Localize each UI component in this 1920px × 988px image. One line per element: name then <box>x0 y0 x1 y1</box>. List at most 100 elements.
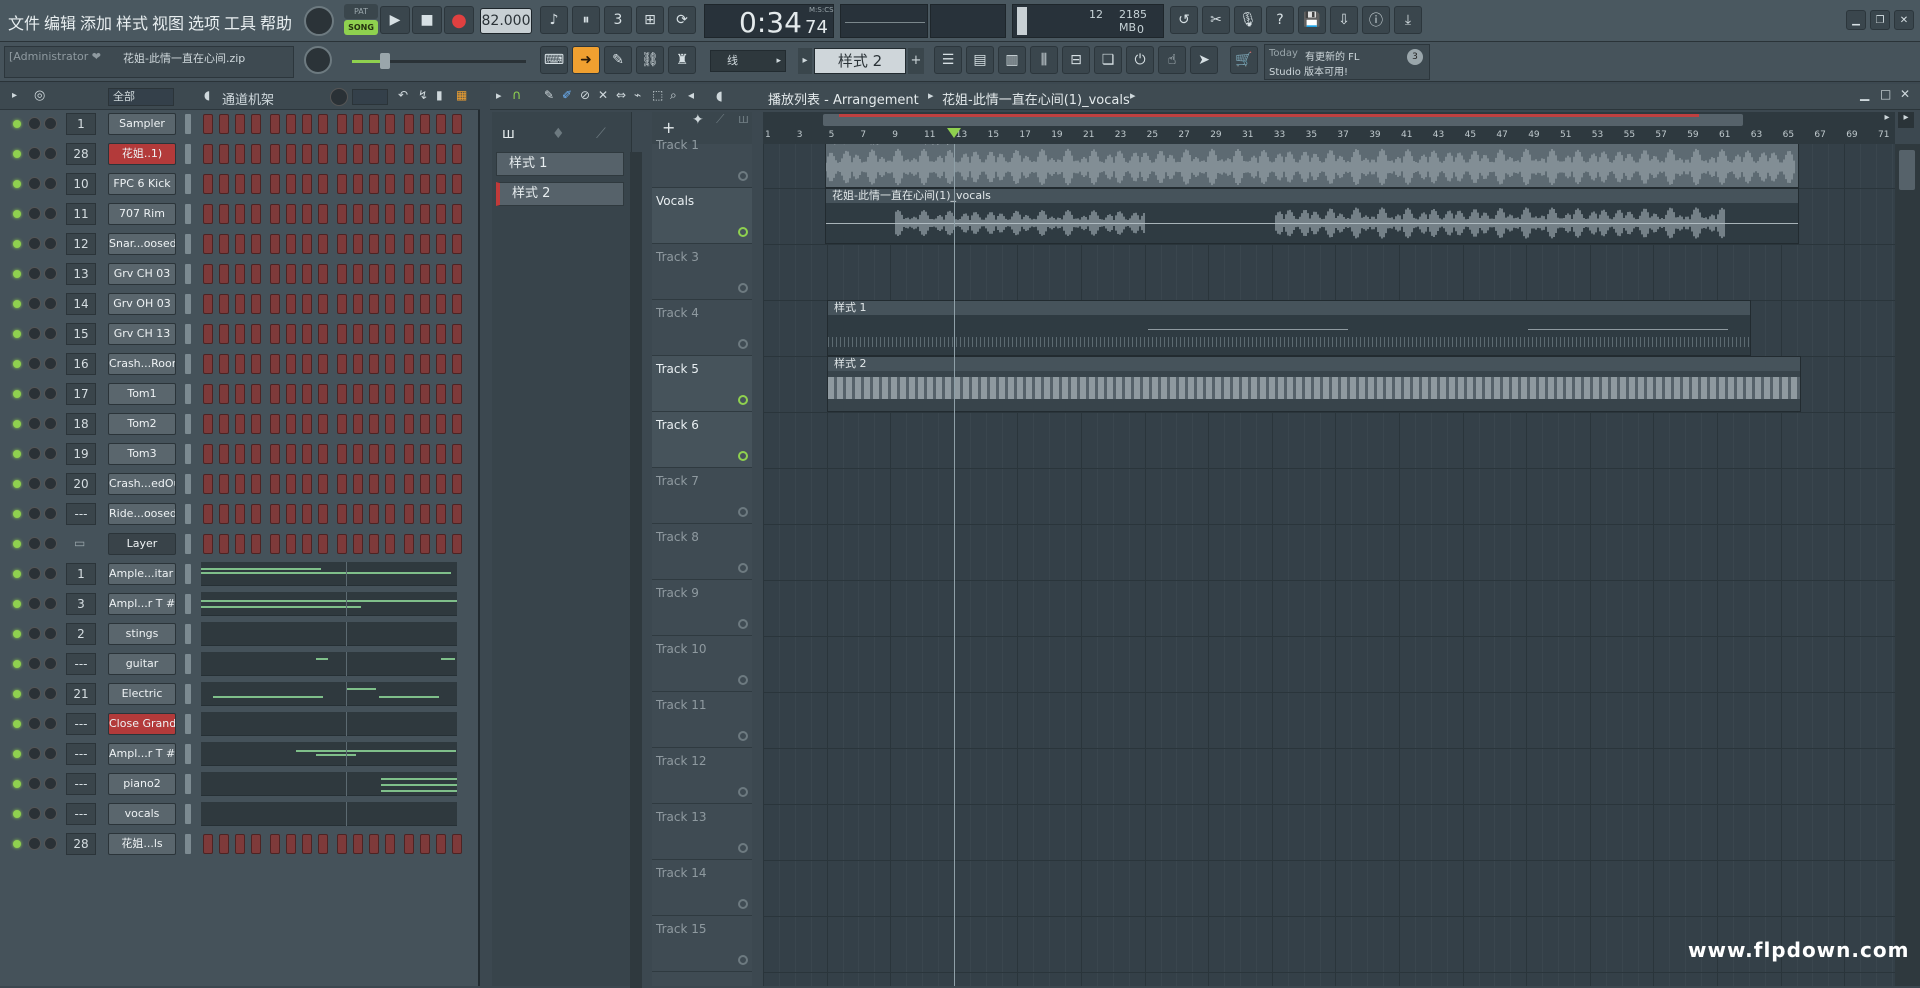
volume-knob[interactable] <box>44 747 57 760</box>
magnet-icon[interactable]: ∩ <box>512 88 522 103</box>
countdown-button[interactable]: 3 <box>604 6 632 34</box>
step-button[interactable] <box>385 174 395 194</box>
channel-led[interactable] <box>13 150 21 158</box>
step-button[interactable] <box>404 144 414 164</box>
step-button[interactable] <box>420 384 430 404</box>
playhead-marker[interactable] <box>947 128 961 138</box>
browser-view-button[interactable]: ⊟ <box>1062 46 1090 74</box>
channel-row[interactable]: 11 707 Rim <box>8 202 468 226</box>
menu-tools[interactable]: 工具 <box>224 10 256 34</box>
track-header[interactable]: Track 1 <box>652 132 752 188</box>
channel-piano-roll-preview[interactable] <box>201 562 457 586</box>
step-button[interactable] <box>452 414 462 434</box>
step-button[interactable] <box>251 444 261 464</box>
pat-mode-button[interactable]: PAT <box>344 4 378 19</box>
step-button[interactable] <box>385 264 395 284</box>
channel-piano-roll-preview[interactable] <box>201 802 457 826</box>
step-button[interactable] <box>452 114 462 134</box>
pattern-scrollbar[interactable] <box>630 152 642 988</box>
piano-icon[interactable]: ш <box>502 126 515 142</box>
step-button[interactable] <box>286 174 296 194</box>
channel-select-bar[interactable] <box>185 294 191 314</box>
send-button[interactable]: ➤ <box>1190 46 1218 74</box>
channel-led[interactable] <box>13 750 21 758</box>
volume-knob[interactable] <box>44 687 57 700</box>
channel-select-bar[interactable] <box>185 534 191 554</box>
delete-icon[interactable]: ⊘ <box>580 88 590 102</box>
step-button[interactable] <box>369 444 379 464</box>
step-button[interactable] <box>436 354 446 374</box>
pan-knob[interactable] <box>28 807 41 820</box>
step-button[interactable] <box>353 534 363 554</box>
mixer-view-button[interactable]: ⫼ <box>1030 46 1058 74</box>
track-mute-led[interactable] <box>738 619 748 629</box>
pattern-clip[interactable]: 样式 1 <box>827 300 1751 356</box>
track-header[interactable]: Track 6 <box>652 412 752 468</box>
mixer-track-number[interactable]: --- <box>66 743 96 765</box>
mixer-track-number[interactable]: --- <box>66 773 96 795</box>
channel-name-button[interactable]: Crash...edOut <box>108 473 176 495</box>
step-button[interactable] <box>369 504 379 524</box>
channel-row[interactable]: 2 stings <box>8 622 468 646</box>
step-button[interactable] <box>385 414 395 434</box>
piano-roll-button[interactable]: ⌨ <box>540 46 568 74</box>
volume-knob[interactable] <box>44 837 57 850</box>
step-button[interactable] <box>203 204 213 224</box>
step-button[interactable] <box>270 324 280 344</box>
channel-row[interactable]: 17 Tom1 <box>8 382 468 406</box>
target-icon[interactable]: ◎ <box>34 88 45 103</box>
step-button[interactable] <box>452 234 462 254</box>
channel-row[interactable]: ▭ Layer <box>8 532 468 556</box>
step-button[interactable] <box>353 234 363 254</box>
step-button[interactable] <box>318 444 328 464</box>
step-button[interactable] <box>235 264 245 284</box>
pencil-icon[interactable]: ✎ <box>544 88 554 102</box>
step-edit-button[interactable]: ⊞ <box>636 6 664 34</box>
step-button[interactable] <box>251 114 261 134</box>
track-header[interactable]: Track 15 <box>652 916 752 972</box>
volume-knob[interactable] <box>44 807 57 820</box>
waveform-icon[interactable]: ✦ <box>692 112 704 128</box>
step-button[interactable] <box>251 174 261 194</box>
channel-led[interactable] <box>13 780 21 788</box>
step-button[interactable] <box>385 534 395 554</box>
volume-knob[interactable] <box>44 477 57 490</box>
menu-file[interactable]: 文件 <box>8 10 40 34</box>
pan-knob[interactable] <box>28 717 41 730</box>
channel-led[interactable] <box>13 240 21 248</box>
mixer-track-number[interactable]: 1 <box>66 113 96 135</box>
channel-name-button[interactable]: Ampl...r T #3 <box>108 743 176 765</box>
step-button[interactable] <box>420 264 430 284</box>
undo-button[interactable]: ↺ <box>1170 6 1198 34</box>
step-button[interactable] <box>337 174 347 194</box>
pan-knob[interactable] <box>28 147 41 160</box>
step-button[interactable] <box>337 204 347 224</box>
channel-select-bar[interactable] <box>185 414 191 434</box>
stamp-button[interactable]: ♜ <box>668 46 696 74</box>
channel-name-button[interactable]: Layer <box>108 533 176 555</box>
channel-name-button[interactable]: 707 Rim <box>108 203 176 225</box>
mixer-track-number[interactable]: --- <box>66 713 96 735</box>
playlist-view-button[interactable]: ☰ <box>934 46 962 74</box>
step-button[interactable] <box>235 444 245 464</box>
piano-roll-view-button[interactable]: ▤ <box>966 46 994 74</box>
step-button[interactable] <box>436 114 446 134</box>
channel-name-button[interactable]: piano2 <box>108 773 176 795</box>
step-button[interactable] <box>251 264 261 284</box>
mixer-track-number[interactable]: 2 <box>66 623 96 645</box>
channel-row[interactable]: 1 Ample...itar T <box>8 562 468 586</box>
step-button[interactable] <box>203 384 213 404</box>
volume-knob[interactable] <box>44 447 57 460</box>
track-header[interactable]: Track 3 <box>652 244 752 300</box>
step-button[interactable] <box>235 384 245 404</box>
step-button[interactable] <box>369 204 379 224</box>
step-button[interactable] <box>385 834 395 854</box>
step-button[interactable] <box>251 474 261 494</box>
pattern-item[interactable]: 样式 2 <box>496 182 624 206</box>
touch-keyboard-button[interactable]: ☝ <box>1158 46 1186 74</box>
step-button[interactable] <box>219 354 229 374</box>
channel-piano-roll-preview[interactable] <box>201 682 457 706</box>
channel-piano-roll-preview[interactable] <box>201 592 457 616</box>
close-icon[interactable]: ✕ <box>1900 87 1910 101</box>
mixer-track-number[interactable]: 13 <box>66 263 96 285</box>
